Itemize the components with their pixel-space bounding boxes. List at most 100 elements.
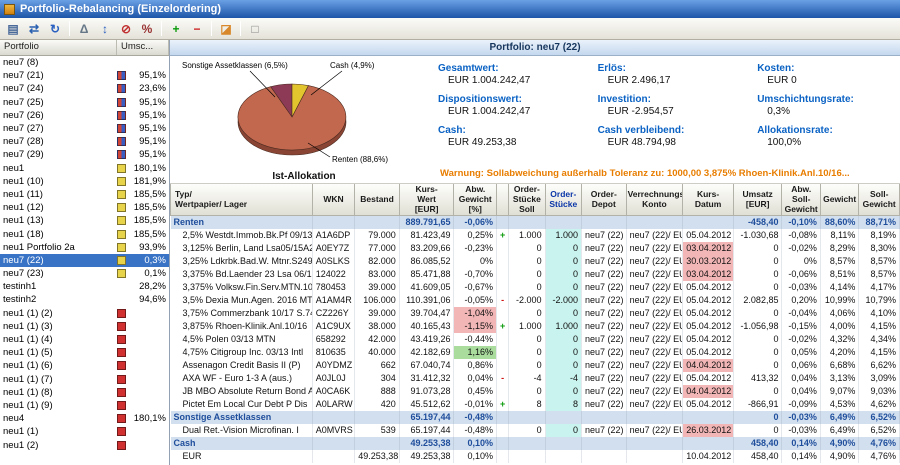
delta-icon[interactable]: Δ	[74, 20, 94, 38]
new-document-icon[interactable]: □	[245, 20, 265, 38]
col-header-konto[interactable]: Verrechnungs- Konto	[626, 184, 683, 216]
portfolio-list-item[interactable]: neu7 (23)0,1%	[0, 267, 169, 280]
cell-stk[interactable]: 8	[545, 398, 581, 411]
portfolio-list-item[interactable]: neu1 (11)185,5%	[0, 188, 169, 201]
erase-icon[interactable]: ◪	[216, 20, 236, 38]
portfolio-list-item[interactable]: neu1 (1)	[0, 425, 169, 438]
cell-abw: -1,15%	[454, 320, 497, 333]
portfolio-list-item[interactable]: neu1 (1) (3)	[0, 320, 169, 333]
col-header-soll[interactable]: Order- Stücke Soll	[509, 184, 545, 216]
portfolio-list-item[interactable]: neu7 (24)23,6%	[0, 82, 169, 95]
positions-tbody: Renten889.791,65-0,06%-458,40-0,10%88,60…	[171, 216, 900, 464]
portfolio-list-item[interactable]: neu4180,1%	[0, 412, 169, 425]
col-header-gewicht[interactable]: Gewicht	[820, 184, 858, 216]
position-row[interactable]: 4,75% Citigroup Inc. 03/13 Intl81063540.…	[171, 346, 900, 359]
cell-soll: -4	[509, 372, 545, 385]
position-row[interactable]: 3,125% Berlin, Land Lsa05/15A204A0EY7Z77…	[171, 242, 900, 255]
sidebar-column-portfolio[interactable]: Portfolio	[0, 40, 117, 55]
sort-icon[interactable]: ↕	[95, 20, 115, 38]
position-row[interactable]: 3,875% Rhoen-Klinik.Anl.10/16A1C9UX38.00…	[171, 320, 900, 333]
portfolio-list-item[interactable]: neu7 (22)0,3%	[0, 254, 169, 267]
portfolio-list-item[interactable]: neu7 (25)95,1%	[0, 96, 169, 109]
cell-stk[interactable]: 0	[545, 333, 581, 346]
position-row[interactable]: 3,75% Commerzbank 10/17 S.745CZ226Y39.00…	[171, 307, 900, 320]
position-row[interactable]: Assenagon Credit Basis II (P)A0YDMZ66267…	[171, 359, 900, 372]
cell-stk[interactable]: 1.000	[545, 320, 581, 333]
portfolio-list-item[interactable]: neu7 (8)	[0, 56, 169, 69]
position-row[interactable]: Dual Ret.-Vision Microfinan. IA0MVRS5396…	[171, 424, 900, 437]
portfolio-list-item[interactable]: neu7 (26)95,1%	[0, 109, 169, 122]
cell-stk[interactable]: 0	[545, 307, 581, 320]
col-header-stk[interactable]: Order- Stücke	[545, 184, 581, 216]
cell-stk[interactable]: 0	[545, 242, 581, 255]
export-icon[interactable]: ⇄	[24, 20, 44, 38]
portfolio-list-item[interactable]: neu1 (13)185,5%	[0, 214, 169, 227]
col-header-umsatz[interactable]: Umsatz [EUR]	[733, 184, 782, 216]
portfolio-list-item[interactable]: neu1 (12)185,5%	[0, 201, 169, 214]
cell-bestand: 40.000	[355, 346, 400, 359]
portfolio-list-item[interactable]: neu1 Portfolio 2a93,9%	[0, 241, 169, 254]
position-row[interactable]: 3,5% Dexia Mun.Agen. 2016 MTNA1AM4R106.0…	[171, 294, 900, 307]
col-header-wkn[interactable]: WKN	[312, 184, 355, 216]
portfolio-list-item[interactable]: neu7 (29)95,1%	[0, 148, 169, 161]
portfolio-list-item[interactable]: neu1 (18)185,5%	[0, 227, 169, 240]
portfolio-list-item[interactable]: neu1 (2)	[0, 438, 169, 451]
portfolio-list-item[interactable]: neu1 (1) (9)	[0, 399, 169, 412]
col-header-depot[interactable]: Order- Depot	[582, 184, 627, 216]
portfolio-list-item[interactable]: neu1180,1%	[0, 162, 169, 175]
portfolio-list-item[interactable]: neu7 (21)95,1%	[0, 69, 169, 82]
portfolio-list-item[interactable]: testinh128,2%	[0, 280, 169, 293]
cell-stk[interactable]: -2.000	[545, 294, 581, 307]
cell-stk[interactable]: 0	[545, 385, 581, 398]
refresh-icon[interactable]: ↻	[45, 20, 65, 38]
group-row[interactable]: Sonstige Assetklassen65.197,44-0,48%0-0,…	[171, 411, 900, 424]
cell-stk[interactable]: 0	[545, 359, 581, 372]
col-header-sign[interactable]	[497, 184, 509, 216]
portfolio-list-item[interactable]: neu1 (1) (8)	[0, 386, 169, 399]
col-header-abw[interactable]: Abw. Gewicht [%]	[454, 184, 497, 216]
cell-stk[interactable]: 0	[545, 281, 581, 294]
portfolio-list-item[interactable]: neu1 (1) (5)	[0, 346, 169, 359]
cell-stk[interactable]: 0	[545, 268, 581, 281]
cell-stk[interactable]: 1.000	[545, 229, 581, 242]
portfolio-list-item[interactable]: neu7 (27)95,1%	[0, 122, 169, 135]
group-row[interactable]: Cash49.253,380,10%458,400,14%4,90%4,76%	[171, 437, 900, 450]
position-row[interactable]: 2,5% Westdt.Immob.Bk.Pf 09/13A1A6DP79.00…	[171, 229, 900, 242]
position-row[interactable]: 4,5% Polen 03/13 MTN65829242.00043.419,2…	[171, 333, 900, 346]
remove-order-icon[interactable]: −	[187, 20, 207, 38]
col-header-kurswert[interactable]: Kurs- Wert [EUR]	[399, 184, 454, 216]
cell-stk[interactable]: 0	[545, 346, 581, 359]
cell-stk[interactable]: 0	[545, 255, 581, 268]
cell-stk[interactable]: -4	[545, 372, 581, 385]
position-row[interactable]: Pictet Em Local Cur Debt P DisA0LARW4204…	[171, 398, 900, 411]
col-header-name[interactable]: Typ/ Wertpapier/ Lager	[171, 184, 313, 216]
portfolio-list-item[interactable]: neu1 (10)181,9%	[0, 175, 169, 188]
position-row[interactable]: 3,375% Volksw.Fin.Serv.MTN.10/1478045339…	[171, 281, 900, 294]
add-order-icon[interactable]: +	[166, 20, 186, 38]
report-icon[interactable]: ▤	[3, 20, 23, 38]
portfolio-list-item[interactable]: neu1 (1) (4)	[0, 333, 169, 346]
portfolio-list-item[interactable]: testinh294,6%	[0, 293, 169, 306]
cell-abw: 0,25%	[454, 229, 497, 242]
position-row[interactable]: EUR49.253,3849.253,380,10%10.04.2012458,…	[171, 450, 900, 463]
portfolio-list-item[interactable]: neu1 (1) (2)	[0, 307, 169, 320]
sidebar-column-umschichtung[interactable]: Umsc...	[117, 40, 169, 55]
portfolio-item-label: neu7 (27)	[3, 123, 115, 134]
portfolio-list-item[interactable]: neu7 (28)95,1%	[0, 135, 169, 148]
portfolio-list-item[interactable]: neu1 (1) (7)	[0, 373, 169, 386]
portfolio-list-item[interactable]: neu1 (1) (6)	[0, 359, 169, 372]
group-row[interactable]: Renten889.791,65-0,06%-458,40-0,10%88,60…	[171, 216, 900, 230]
position-row[interactable]: 3,25% Ldkrbk.Bad.W. Mtnr.S249A0SLKS82.00…	[171, 255, 900, 268]
filter-remove-icon[interactable]: ⊘	[116, 20, 136, 38]
portfolio-item-value: 95,1%	[128, 149, 166, 160]
col-header-bestand[interactable]: Bestand	[355, 184, 400, 216]
col-header-sollgew[interactable]: Soll- Gewicht	[859, 184, 900, 216]
col-header-abwsoll[interactable]: Abw. Soll- Gewicht	[782, 184, 820, 216]
percent-icon[interactable]: %	[137, 20, 157, 38]
position-row[interactable]: AXA WF - Euro 1-3 A (aus.)A0JL0J30431.41…	[171, 372, 900, 385]
col-header-datum[interactable]: Kurs- Datum	[683, 184, 734, 216]
cell-stk[interactable]: 0	[545, 424, 581, 437]
cell-umsatz: 0	[733, 359, 782, 372]
position-row[interactable]: JB MBO Absolute Return Bond AA0CA6K88891…	[171, 385, 900, 398]
position-row[interactable]: 3,375% Bd.Laender 23 Lsa 06/1312402283.0…	[171, 268, 900, 281]
